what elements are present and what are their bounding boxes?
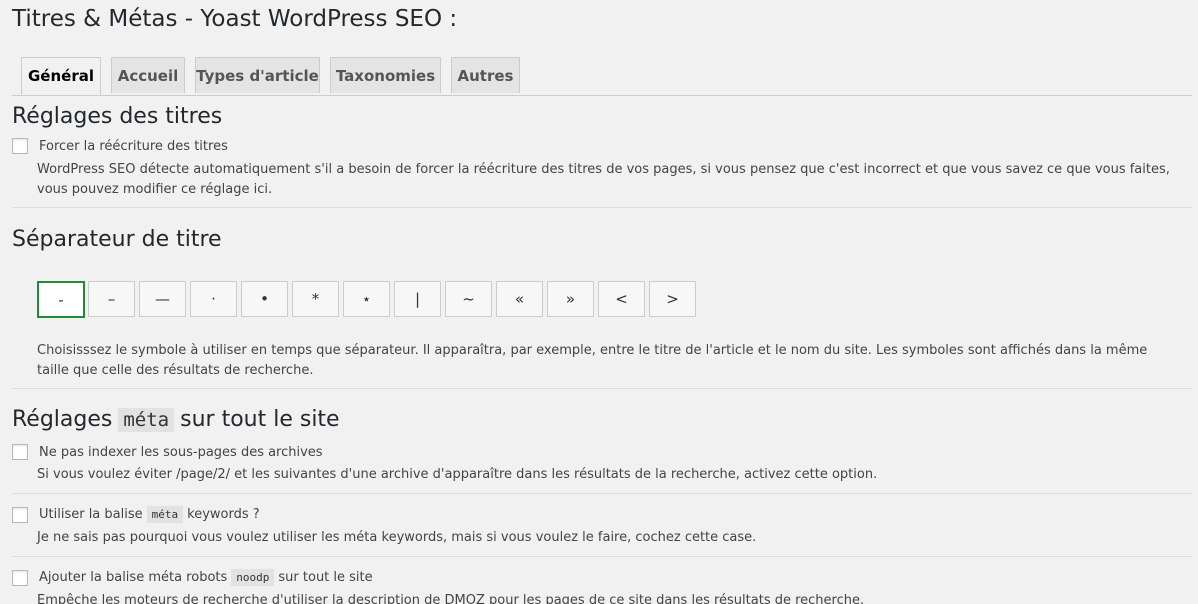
noindex-subpages-checkbox[interactable] [12, 444, 28, 460]
separator-option-en-dash[interactable]: – [88, 281, 135, 317]
noindex-subpages-row: Ne pas indexer les sous-pages des archiv… [12, 444, 323, 460]
noodp-checkbox[interactable] [12, 569, 28, 586]
divider [12, 388, 1192, 389]
page-title: Titres & Métas - Yoast WordPress SEO : [12, 6, 458, 32]
settings-page: Titres & Métas - Yoast WordPress SEO : G… [0, 0, 1198, 604]
tab-others[interactable]: Autres [451, 57, 520, 93]
meta-keywords-label-before: Utiliser la balise [39, 507, 143, 522]
separator-description: Choisisssez le symbole à utiliser en tem… [37, 343, 1148, 378]
meta-heading-code: méta [118, 408, 175, 432]
meta-keywords-label-code: méta [146, 506, 184, 523]
separator-option-pipe[interactable]: | [394, 281, 441, 317]
separator-option-tilde[interactable]: ~ [445, 281, 492, 317]
separator-option-left-guillemet[interactable]: « [496, 281, 543, 317]
noodp-row: Ajouter la balise méta robots noodp sur to… [12, 569, 373, 586]
titles-section-heading: Réglages des titres [12, 104, 223, 129]
tab-taxonomies[interactable]: Taxonomies [330, 57, 441, 93]
separator-option-em-dash[interactable]: — [139, 281, 186, 317]
separator-section-heading: Séparateur de titre [12, 227, 222, 252]
noodp-label-code: noodp [231, 569, 275, 586]
force-rewrite-label: Forcer la réécriture des titres [39, 138, 228, 154]
noodp-description: Empêche les moteurs de recherche d'utili… [37, 593, 865, 604]
noodp-label-before: Ajouter la balise méta robots [39, 570, 228, 585]
meta-heading-before: Réglages [12, 407, 113, 432]
separator-option-hyphen[interactable]: - [37, 281, 85, 318]
divider [12, 556, 1192, 557]
meta-keywords-label-after: keywords ? [187, 507, 260, 522]
noindex-subpages-description: Si vous voulez éviter /page/2/ et les su… [37, 467, 878, 482]
force-rewrite-description: WordPress SEO détecte automatiquement s'… [37, 162, 1170, 197]
meta-keywords-description: Je ne sais pas pourquoi vous voulez util… [37, 530, 757, 545]
separator-option-less-than[interactable]: < [598, 281, 645, 317]
tab-general[interactable]: Général [21, 57, 101, 95]
separator-option-greater-than[interactable]: > [649, 281, 696, 317]
tab-home[interactable]: Accueil [111, 57, 185, 93]
meta-keywords-row: Utiliser la balise méta keywords ? [12, 506, 260, 523]
separator-option-right-guillemet[interactable]: » [547, 281, 594, 317]
meta-keywords-checkbox[interactable] [12, 506, 28, 523]
force-rewrite-row: Forcer la réécriture des titres [12, 138, 228, 154]
meta-heading-after: sur tout le site [180, 407, 340, 432]
force-rewrite-checkbox[interactable] [12, 138, 28, 154]
divider [12, 493, 1192, 494]
separator-option-star[interactable]: ⋆ [343, 281, 390, 317]
divider [12, 207, 1192, 208]
noodp-label-after: sur tout le site [278, 570, 373, 585]
tab-bar: Général Accueil Types d'article Taxonomi… [12, 57, 1192, 96]
meta-section-heading: Réglages méta sur tout le site [12, 407, 340, 432]
separator-option-asterisk[interactable]: * [292, 281, 339, 317]
noindex-subpages-label: Ne pas indexer les sous-pages des archiv… [39, 444, 323, 460]
tab-post-types[interactable]: Types d'article [195, 57, 320, 93]
separator-option-middle-dot[interactable]: · [190, 281, 237, 317]
separator-option-bullet[interactable]: • [241, 281, 288, 317]
